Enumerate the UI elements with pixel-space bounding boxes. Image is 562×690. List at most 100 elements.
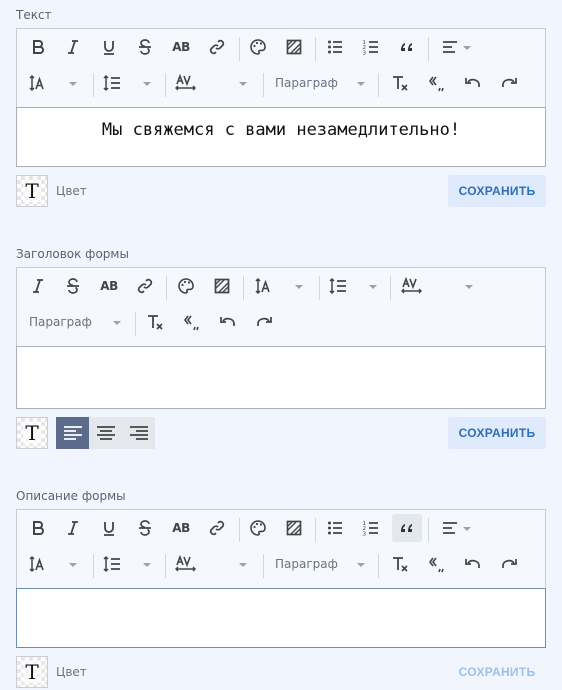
- text-color-swatch[interactable]: T: [16, 417, 48, 449]
- text-editor[interactable]: Мы свяжемся с вами незамедлительно!: [16, 107, 546, 167]
- chevron-down-icon: [463, 527, 471, 531]
- palette-icon[interactable]: [243, 514, 273, 542]
- clear-format-icon[interactable]: [386, 550, 416, 578]
- quotes-icon[interactable]: [422, 550, 452, 578]
- bold-icon[interactable]: [23, 514, 53, 542]
- font-size-dropdown[interactable]: [23, 69, 85, 97]
- toolbar-divider: [165, 554, 166, 578]
- italic-icon[interactable]: [58, 514, 88, 542]
- link-icon[interactable]: [202, 33, 232, 61]
- bullet-list-icon[interactable]: [320, 33, 350, 61]
- chevron-down-icon: [369, 285, 377, 289]
- text-toolbar: AB Параграф: [16, 28, 546, 108]
- underline-icon[interactable]: [94, 514, 124, 542]
- bullet-list-icon[interactable]: [320, 514, 350, 542]
- font-size-dropdown[interactable]: [23, 550, 85, 578]
- text-color-swatch[interactable]: T: [16, 656, 48, 688]
- link-icon[interactable]: [202, 514, 232, 542]
- align-center-button[interactable]: [89, 417, 122, 449]
- paragraph-dropdown[interactable]: Параграф: [269, 69, 369, 97]
- save-button[interactable]: СОХРАНИТЬ: [448, 417, 546, 449]
- clear-format-icon[interactable]: [386, 69, 416, 97]
- background-color-icon[interactable]: [279, 33, 309, 61]
- strikethrough-icon[interactable]: [130, 33, 160, 61]
- redo-icon[interactable]: [494, 550, 524, 578]
- save-button[interactable]: СОХРАНИТЬ: [448, 656, 546, 688]
- chevron-down-icon: [113, 321, 121, 325]
- line-height-dropdown[interactable]: [323, 272, 383, 300]
- text-color-swatch[interactable]: T: [16, 175, 48, 207]
- strikethrough-icon[interactable]: [58, 272, 88, 300]
- toolbar-divider: [428, 37, 429, 61]
- align-center-icon: [96, 425, 116, 441]
- background-color-icon[interactable]: [279, 514, 309, 542]
- toolbar-divider: [135, 312, 136, 336]
- palette-icon[interactable]: [243, 33, 273, 61]
- align-left-icon: [63, 425, 83, 441]
- alignment-group: [56, 417, 155, 449]
- quotes-icon[interactable]: [177, 308, 207, 336]
- line-height-dropdown[interactable]: [97, 550, 155, 578]
- uppercase-button[interactable]: AB: [166, 514, 196, 542]
- section-label-form-title: Заголовок формы: [16, 247, 129, 261]
- font-size-icon: [29, 555, 47, 573]
- align-left-button[interactable]: [56, 417, 89, 449]
- palette-icon[interactable]: [171, 272, 201, 300]
- quotes-icon[interactable]: [422, 69, 452, 97]
- uppercase-button[interactable]: AB: [166, 33, 196, 61]
- undo-icon[interactable]: [213, 308, 243, 336]
- editor-content: [17, 347, 545, 359]
- numbered-list-icon[interactable]: [356, 33, 386, 61]
- align-right-icon: [129, 425, 149, 441]
- link-icon[interactable]: [130, 272, 160, 300]
- text-color-icon: T: [23, 421, 41, 445]
- letter-spacing-icon: [175, 74, 197, 92]
- underline-icon[interactable]: [94, 33, 124, 61]
- chevron-down-icon: [465, 285, 473, 289]
- form-description-toolbar: AB Параграф: [16, 509, 546, 589]
- paragraph-dropdown[interactable]: Параграф: [23, 308, 123, 336]
- letter-spacing-dropdown[interactable]: [171, 550, 251, 578]
- letter-spacing-icon: [175, 555, 197, 573]
- background-color-icon[interactable]: [207, 272, 237, 300]
- italic-icon[interactable]: [58, 33, 88, 61]
- toolbar-divider: [315, 518, 316, 542]
- toolbar-divider: [263, 73, 264, 97]
- undo-icon[interactable]: [458, 550, 488, 578]
- align-right-button[interactable]: [122, 417, 155, 449]
- numbered-list-icon[interactable]: [356, 514, 386, 542]
- form-description-editor[interactable]: [16, 588, 546, 648]
- clear-format-icon[interactable]: [141, 308, 171, 336]
- blockquote-icon[interactable]: [392, 33, 422, 61]
- bold-icon[interactable]: [23, 33, 53, 61]
- redo-icon[interactable]: [494, 69, 524, 97]
- toolbar-divider: [428, 518, 429, 542]
- strikethrough-icon[interactable]: [130, 514, 160, 542]
- letter-spacing-dropdown[interactable]: [397, 272, 477, 300]
- letter-spacing-dropdown[interactable]: [171, 69, 251, 97]
- chevron-down-icon: [239, 82, 247, 86]
- paragraph-dropdown[interactable]: Параграф: [269, 550, 369, 578]
- align-dropdown[interactable]: [435, 33, 475, 61]
- undo-icon[interactable]: [458, 69, 488, 97]
- editor-content: [17, 589, 545, 601]
- toolbar-divider: [378, 554, 379, 578]
- uppercase-button[interactable]: AB: [94, 272, 124, 300]
- form-title-toolbar: AB Параграф: [16, 267, 546, 347]
- italic-icon[interactable]: [23, 272, 53, 300]
- toolbar-divider: [315, 37, 316, 61]
- text-color-icon: T: [23, 179, 41, 203]
- chevron-down-icon: [463, 46, 471, 50]
- section-label-text: Текст: [16, 8, 52, 22]
- chevron-down-icon: [295, 285, 303, 289]
- blockquote-icon[interactable]: [392, 514, 422, 542]
- line-height-dropdown[interactable]: [97, 69, 155, 97]
- font-size-dropdown[interactable]: [249, 272, 309, 300]
- toolbar-divider: [239, 37, 240, 61]
- redo-icon[interactable]: [249, 308, 279, 336]
- save-button[interactable]: СОХРАНИТЬ: [448, 175, 546, 207]
- text-color-icon: T: [23, 660, 41, 684]
- align-dropdown[interactable]: [435, 514, 475, 542]
- toolbar-divider: [239, 518, 240, 542]
- form-title-editor[interactable]: [16, 346, 546, 409]
